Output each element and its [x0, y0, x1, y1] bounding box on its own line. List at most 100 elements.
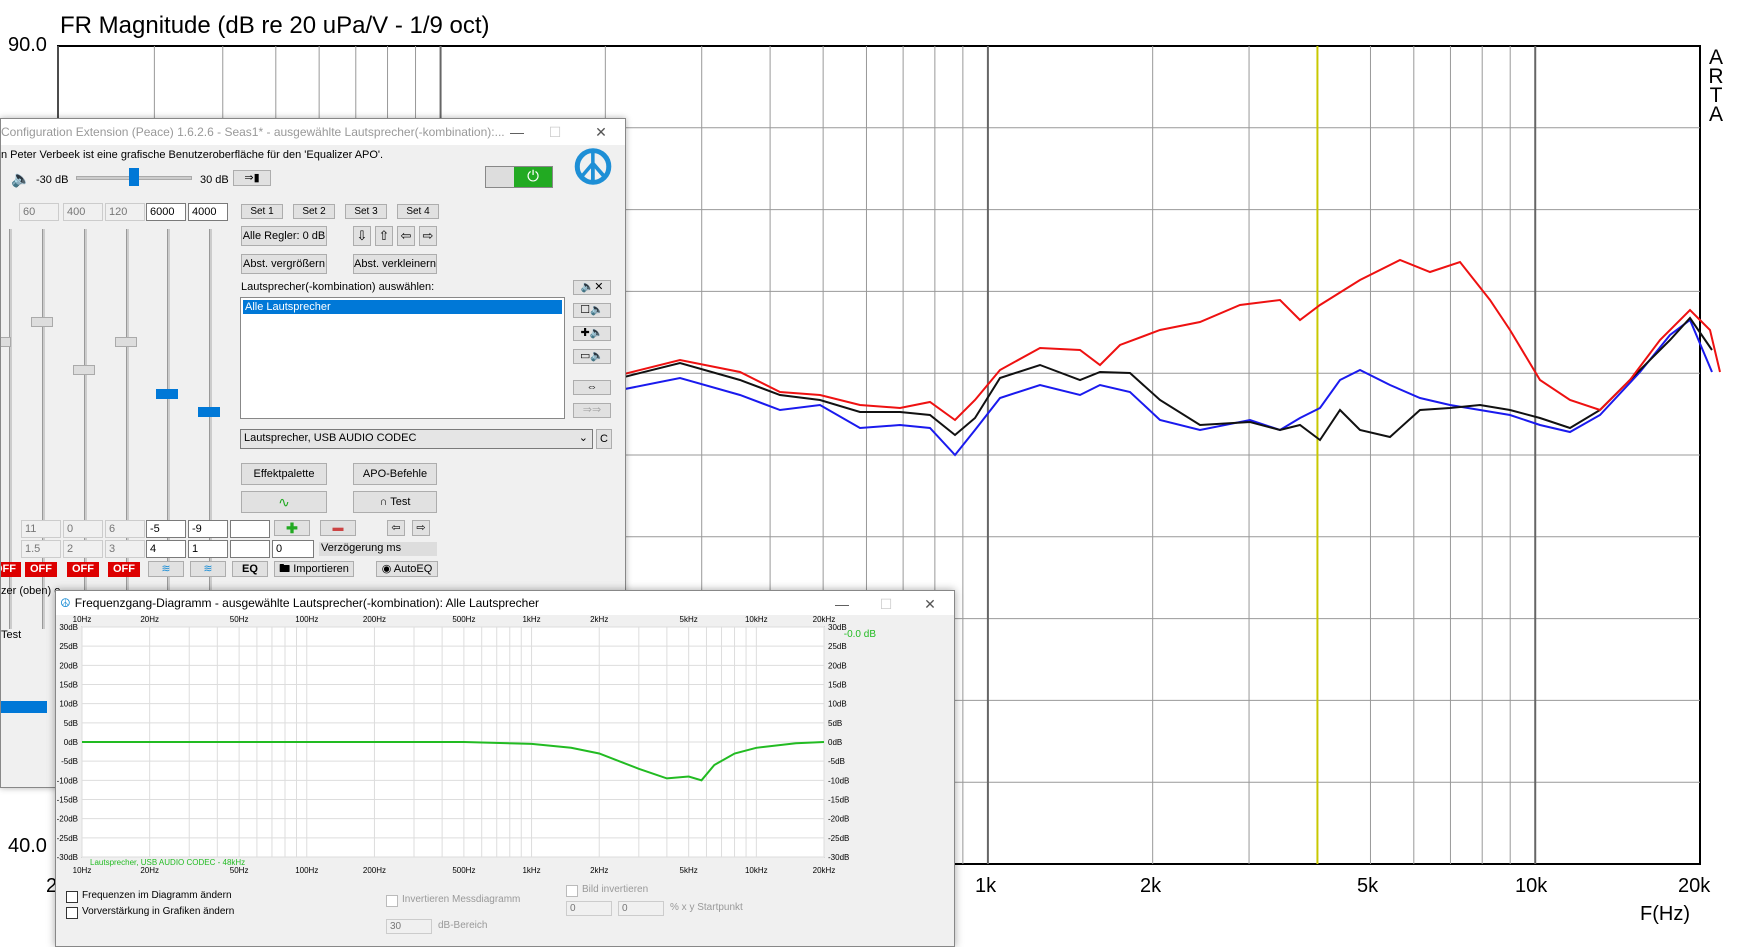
speaker-remove-icon[interactable]: ▭🔈: [573, 349, 611, 364]
chevron-down-icon: ⌄: [578, 432, 588, 444]
set1-button[interactable]: Set 1: [241, 204, 283, 219]
off-button-2[interactable]: OFF: [25, 562, 57, 577]
off-button-4[interactable]: OFF: [108, 562, 140, 577]
effektpalette-button[interactable]: Effektpalette: [241, 463, 327, 485]
delay-field[interactable]: 0: [272, 540, 314, 558]
db-range-label: dB-Bereich: [438, 920, 488, 931]
gain-field-2[interactable]: 0: [63, 520, 103, 538]
add-icon[interactable]: ✚: [274, 520, 310, 536]
freq-x-label: 20kHz: [813, 866, 836, 875]
test-button[interactable]: ∩ Test: [353, 491, 437, 513]
speaker-route-icon[interactable]: ⇒⇒: [573, 403, 611, 418]
arrow-up-icon[interactable]: ⇧: [375, 226, 393, 246]
arta-title: FR Magnitude (dB re 20 uPa/V - 1/9 oct): [60, 12, 490, 39]
q-field-4[interactable]: 4: [146, 540, 186, 558]
y-start-field[interactable]: 0: [618, 901, 664, 916]
opt4-checkbox[interactable]: [566, 885, 578, 897]
q-field-1[interactable]: 1.5: [21, 540, 61, 558]
freq-x-label: 1kHz: [522, 615, 540, 624]
c-button[interactable]: C: [596, 429, 612, 449]
power-toggle[interactable]: ⏻: [485, 166, 553, 188]
gain-field-6[interactable]: [230, 520, 270, 538]
q-field-5[interactable]: 1: [188, 540, 228, 558]
filter-type-icon-2[interactable]: ≋: [190, 561, 226, 577]
opt2-checkbox[interactable]: [66, 907, 78, 919]
mute-speaker-icon[interactable]: 🔈✕: [573, 280, 611, 295]
off-button-1[interactable]: OFF: [1, 562, 21, 577]
freq-field-1[interactable]: 60: [19, 203, 59, 221]
x-start-field[interactable]: 0: [566, 901, 612, 916]
q-field-3[interactable]: 3: [105, 540, 145, 558]
abst-up-button[interactable]: Abst. vergrößern: [241, 254, 327, 274]
opt1-checkbox[interactable]: [66, 891, 78, 903]
eq-slider-thumb-2[interactable]: [31, 317, 53, 327]
freq-minimize-icon[interactable]: —: [826, 591, 858, 617]
selected-side-item[interactable]: [1, 701, 47, 713]
speaker-swap-icon[interactable]: ⇔: [573, 380, 611, 395]
speaker-copy-icon[interactable]: ✚🔈: [573, 326, 611, 341]
freq-close-icon[interactable]: ✕: [914, 591, 946, 617]
freq-titlebar[interactable]: ☮ Frequenzgang-Diagramm - ausgewählte Lau…: [56, 591, 954, 615]
freq-field-4[interactable]: 6000: [146, 203, 186, 221]
minimize-icon[interactable]: —: [501, 119, 533, 145]
import-button[interactable]: 🖿 Importieren: [274, 561, 354, 577]
route-button[interactable]: ⇒▮: [233, 170, 271, 186]
freq-x-label: 10kHz: [745, 615, 768, 624]
arrow-down-icon[interactable]: ⇩: [353, 226, 371, 246]
autoeq-button[interactable]: ◉ AutoEQ: [376, 561, 438, 577]
eq-slider-thumb-3[interactable]: [73, 365, 95, 375]
gain-field-4[interactable]: -5: [146, 520, 186, 538]
set4-button[interactable]: Set 4: [397, 204, 439, 219]
set3-button[interactable]: Set 3: [345, 204, 387, 219]
prev-icon[interactable]: ⇦: [387, 520, 405, 536]
remove-icon[interactable]: ▬: [320, 520, 356, 536]
volume-min-label: -30 dB: [36, 174, 69, 186]
freq-field-2[interactable]: 400: [63, 203, 103, 221]
maximize-icon[interactable]: ☐: [539, 119, 571, 145]
abst-down-button[interactable]: Abst. verkleinern: [353, 254, 437, 274]
q-field-6[interactable]: [230, 540, 270, 558]
eq-slider-thumb-5[interactable]: [156, 389, 178, 399]
gain-field-3[interactable]: 6: [105, 520, 145, 538]
db-range-field[interactable]: 30: [386, 919, 432, 934]
freq-x-label: 100Hz: [295, 866, 318, 875]
peace-titlebar[interactable]: Configuration Extension (Peace) 1.6.2.6 …: [1, 119, 625, 145]
speaker-list[interactable]: Alle Lautsprecher: [240, 297, 565, 419]
apo-befehle-button[interactable]: APO-Befehle: [353, 463, 437, 485]
next-icon[interactable]: ⇨: [412, 520, 430, 536]
gain-field-1[interactable]: 11: [21, 520, 61, 538]
speaker-list-item[interactable]: Alle Lautsprecher: [243, 300, 562, 314]
speaker-volume-icon[interactable]: 🔈: [11, 169, 31, 189]
all-regler-button[interactable]: Alle Regler: 0 dB: [241, 226, 327, 246]
opt3-checkbox[interactable]: [386, 895, 398, 907]
x-axis-label: F(Hz): [1640, 903, 1690, 925]
off-button-3[interactable]: OFF: [67, 562, 99, 577]
freq-field-3[interactable]: 120: [105, 203, 145, 221]
eq-slider-thumb-6[interactable]: [198, 407, 220, 417]
q-field-2[interactable]: 2: [63, 540, 103, 558]
arta-side-label: ARTA: [1708, 46, 1724, 126]
freq-y-label: 25dB: [59, 642, 78, 651]
import-label: Importieren: [293, 563, 349, 575]
filter-type-icon-1[interactable]: ≋: [148, 561, 184, 577]
eq-button[interactable]: EQ: [232, 561, 268, 577]
peace-subtitle: n Peter Verbeek ist eine grafische Benut…: [1, 149, 384, 161]
folder-icon: 🖿: [279, 563, 294, 575]
arrow-left-icon[interactable]: ⇦: [397, 226, 415, 246]
freq-field-5[interactable]: 4000: [188, 203, 228, 221]
volume-slider-thumb[interactable]: [129, 168, 139, 186]
freq-y-label: 25dB: [828, 642, 847, 651]
speaker-add-icon[interactable]: ☐🔈: [573, 303, 611, 318]
arrow-right-icon[interactable]: ⇨: [419, 226, 437, 246]
freq-x-label: 10kHz: [745, 866, 768, 875]
eq-slider-thumb-1[interactable]: [1, 337, 11, 347]
curve-icon[interactable]: ∿: [241, 491, 327, 513]
eq-slider-thumb-4[interactable]: [115, 337, 137, 347]
device-select[interactable]: Lautsprecher, USB AUDIO CODEC ⌄: [240, 429, 593, 449]
set2-button[interactable]: Set 2: [293, 204, 335, 219]
freq-maximize-icon[interactable]: ☐: [870, 591, 902, 617]
peace-title: Configuration Extension (Peace) 1.6.2.6 …: [1, 125, 505, 139]
x-tick-1k: 1k: [975, 875, 997, 897]
gain-field-5[interactable]: -9: [188, 520, 228, 538]
volume-max-label: 30 dB: [200, 174, 229, 186]
